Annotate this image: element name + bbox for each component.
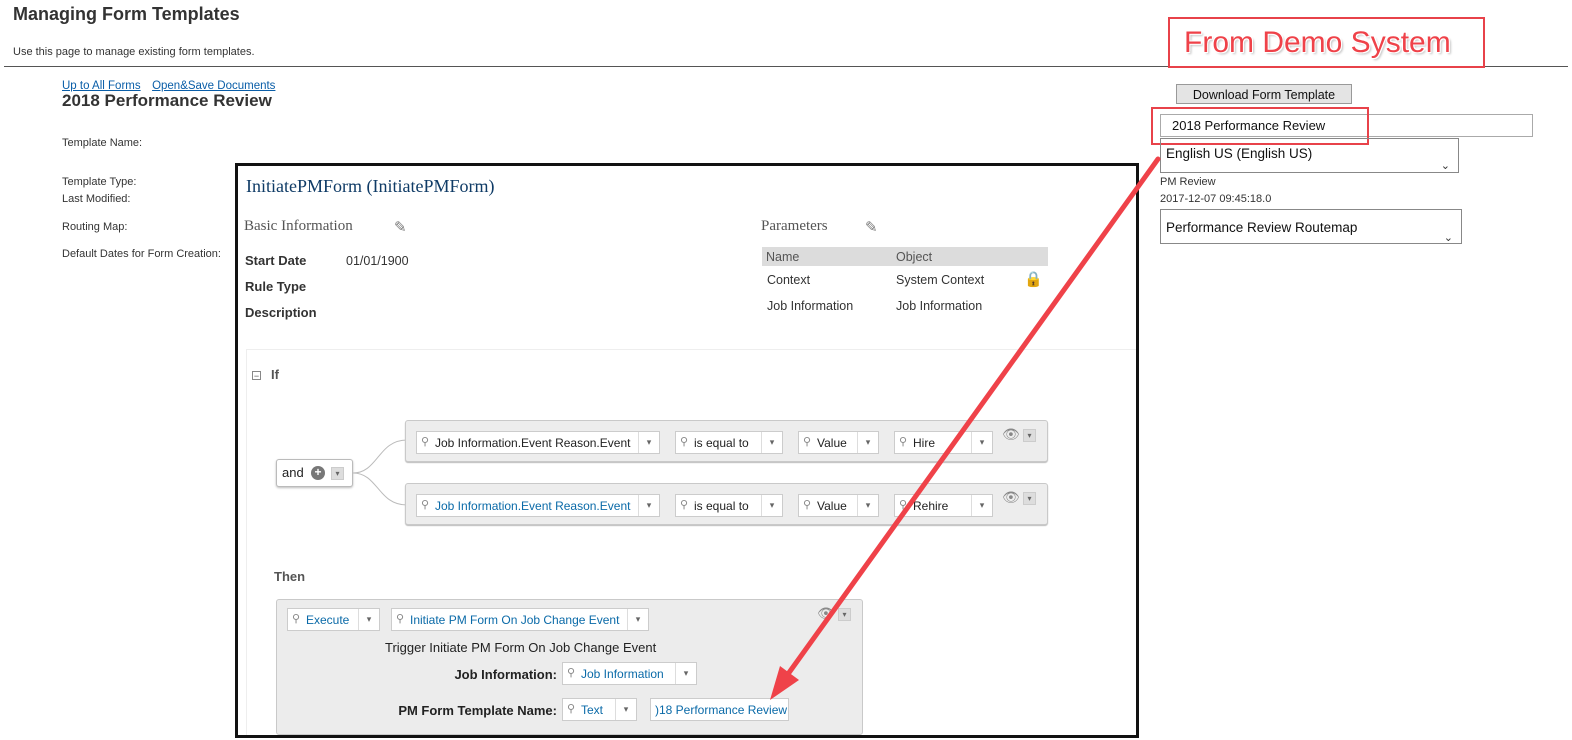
annotation-arrow (770, 156, 1161, 700)
